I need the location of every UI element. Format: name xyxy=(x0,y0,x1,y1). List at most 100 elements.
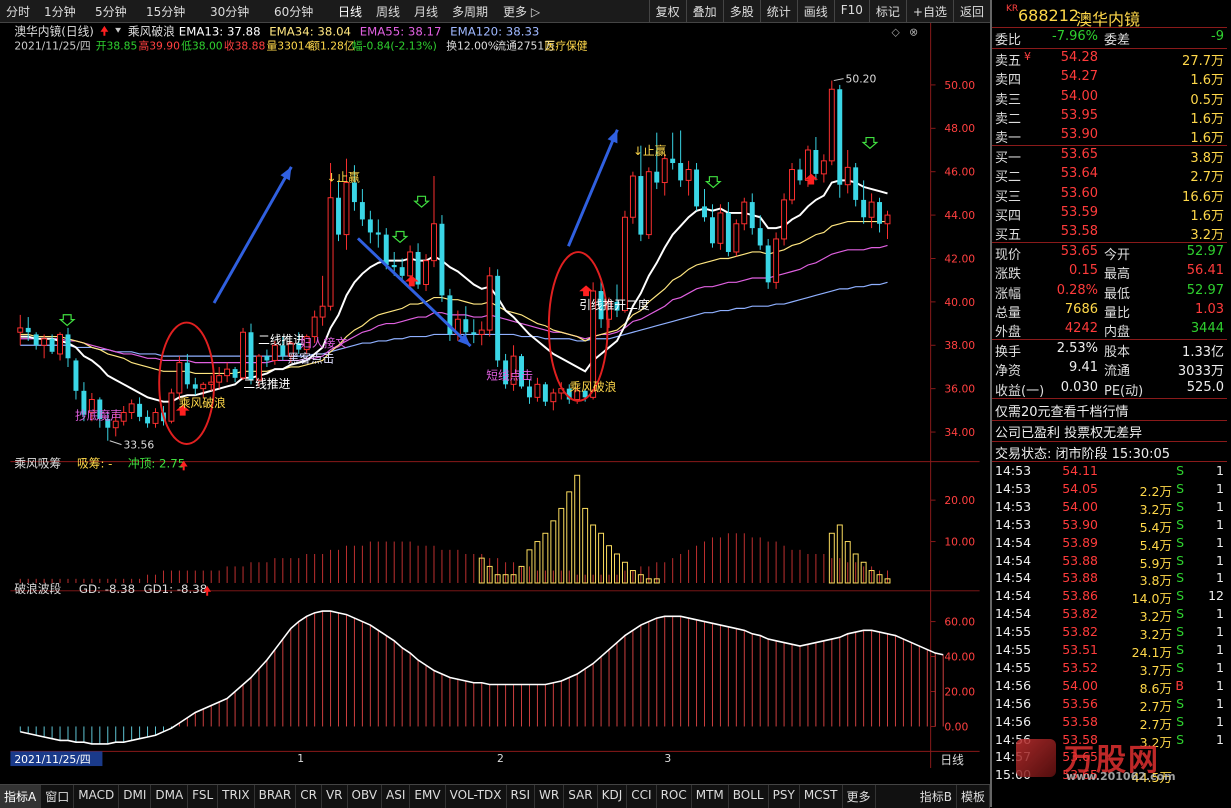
period-10[interactable]: 更多 ▷ xyxy=(503,3,540,20)
candle-body xyxy=(542,384,548,402)
quote-row: 卖二 53.95 1.6万 xyxy=(992,108,1227,127)
bid-label: 买三 xyxy=(995,189,1022,205)
candle-body xyxy=(184,362,190,385)
tick-volume: 5.4万 xyxy=(1139,519,1172,535)
candle-body xyxy=(391,264,397,268)
candle-body xyxy=(17,327,24,333)
tick-volume: 8.6万 xyxy=(1139,680,1172,696)
tab-7[interactable]: BRAR xyxy=(255,785,297,808)
candle-body xyxy=(73,360,79,391)
pin-icon: ◇ xyxy=(891,26,900,39)
tab-20[interactable]: MTM xyxy=(692,785,729,808)
tab-24[interactable]: 更多 xyxy=(843,785,876,808)
tick-time: 14:55 xyxy=(995,624,1032,640)
tick-row: 14:53 54.05 2.2万 S 1 xyxy=(992,481,1227,499)
candle-body xyxy=(478,329,485,335)
period-0[interactable]: 分时 xyxy=(6,3,30,20)
tab-0[interactable]: 指标A xyxy=(0,785,42,808)
bid-label: 买二 xyxy=(995,170,1022,186)
tab-9[interactable]: VR xyxy=(322,785,348,808)
bid-price: 53.60 xyxy=(1060,185,1098,201)
tick-volume: 3.8万 xyxy=(1139,573,1172,589)
stat-label: 今开 xyxy=(1104,248,1131,263)
quote-row: 收益(一) 0.030 PE(动) 525.0 xyxy=(992,380,1227,399)
tick-flag: S xyxy=(1176,480,1184,496)
chart-annotation-5: 抄底魔声 xyxy=(75,408,122,422)
period-9[interactable]: 多周期 xyxy=(452,3,488,20)
tab-6[interactable]: TRIX xyxy=(218,785,255,808)
tab-4[interactable]: DMA xyxy=(151,785,189,808)
tab-2[interactable]: MACD xyxy=(74,785,120,808)
watermark-logo: 万股网 www.201062.com xyxy=(1014,735,1224,783)
tab-13[interactable]: VOL-TDX xyxy=(446,785,507,808)
tab-10[interactable]: OBV xyxy=(348,785,383,808)
tool-0[interactable]: 复权 xyxy=(648,0,686,22)
tick-flag: S xyxy=(1176,534,1184,550)
ask-volume: 1.6万 xyxy=(1190,73,1224,89)
candle-body xyxy=(57,333,63,355)
tab-14[interactable]: RSI xyxy=(507,785,536,808)
period-8[interactable]: 月线 xyxy=(414,3,438,20)
tab-1[interactable]: 窗口 xyxy=(41,785,75,808)
tick-flag: B xyxy=(1175,677,1184,693)
tick-price: 53.51 xyxy=(1062,642,1098,657)
y-tick-label: 40.00 xyxy=(944,296,975,309)
tool-4[interactable]: 画线 xyxy=(796,0,834,22)
kline-chart[interactable]: 澳华内镜(日线) 乘风破浪 EMA13: 37.88 EMA34: 38.04 EMA5… xyxy=(0,23,990,768)
tab-17[interactable]: KDJ xyxy=(598,785,628,808)
tool-1[interactable]: 叠加 xyxy=(685,0,723,22)
quote-row: 现价 53.65 今开 52.97 xyxy=(992,244,1227,263)
ask-price: 54.00 xyxy=(1060,88,1098,104)
ohlc-0: 2021/11/25/四 xyxy=(14,39,90,52)
period-4[interactable]: 30分钟 xyxy=(210,3,249,20)
tab-21[interactable]: BOLL xyxy=(729,785,769,808)
chart-annotation-0: 乘风破浪 xyxy=(179,396,226,410)
tab-25[interactable]: 指标B xyxy=(916,785,957,808)
tab-5[interactable]: FSL xyxy=(188,785,219,808)
level-message[interactable]: 仅需20元查看千档行情 xyxy=(992,401,1227,420)
candle-body xyxy=(471,332,477,335)
ask-label: 卖四 xyxy=(995,73,1022,89)
tab-22[interactable]: PSY xyxy=(769,785,800,808)
candle-body xyxy=(702,206,707,218)
tab-18[interactable]: CCI xyxy=(627,785,657,808)
tick-count: 1 xyxy=(1216,516,1224,532)
candle-body xyxy=(224,368,231,377)
tick-row: 14:54 53.86 14.0万 S 12 xyxy=(992,588,1227,606)
tool-5[interactable]: F10 xyxy=(833,0,869,22)
tab-16[interactable]: SAR xyxy=(564,785,598,808)
tick-flag: S xyxy=(1176,713,1184,729)
tool-2[interactable]: 多股 xyxy=(722,0,760,22)
tick-count: 1 xyxy=(1216,570,1224,586)
y-tick-label: 36.00 xyxy=(944,383,975,396)
period-7[interactable]: 周线 xyxy=(376,3,400,20)
tool-3[interactable]: 统计 xyxy=(759,0,797,22)
tab-3[interactable]: DMI xyxy=(119,785,152,808)
month-mark-1: 2 xyxy=(497,752,504,765)
candle-body xyxy=(638,176,644,235)
tick-flag: S xyxy=(1176,642,1184,657)
tick-time: 14:53 xyxy=(995,463,1032,478)
tab-26[interactable]: 模板 xyxy=(957,785,990,808)
tool-8[interactable]: 返回 xyxy=(952,0,990,22)
tool-6[interactable]: 标记 xyxy=(868,0,906,22)
tab-15[interactable]: WR xyxy=(535,785,565,808)
indicator-name: 乘风破浪 xyxy=(128,25,175,39)
period-5[interactable]: 60分钟 xyxy=(274,3,313,20)
tool-7[interactable]: +自选 xyxy=(905,0,953,22)
tab-19[interactable]: ROC xyxy=(657,785,692,808)
candle-body xyxy=(757,228,763,246)
tick-flag: S xyxy=(1176,570,1184,586)
candle-body xyxy=(343,182,350,236)
period-3[interactable]: 15分钟 xyxy=(146,3,185,20)
tab-11[interactable]: ASI xyxy=(382,785,411,808)
tab-8[interactable]: CR xyxy=(296,785,322,808)
bid-volume: 3.2万 xyxy=(1190,228,1224,244)
period-2[interactable]: 5分钟 xyxy=(95,3,127,20)
tab-12[interactable]: EMV xyxy=(410,785,446,808)
candle-body xyxy=(654,171,660,183)
tab-23[interactable]: MCST xyxy=(800,785,843,808)
period-1[interactable]: 1分钟 xyxy=(44,3,76,20)
period-6[interactable]: 日线 xyxy=(338,3,362,20)
stat-value: 3033万 xyxy=(1177,364,1224,380)
